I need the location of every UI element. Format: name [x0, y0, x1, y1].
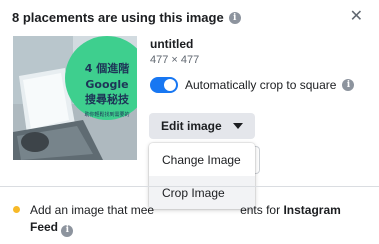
placement-notice: Add an image that mee ents for Instagram …	[30, 202, 360, 237]
image-placements-panel: 8 placements are using this image i ✕ 4 …	[0, 0, 379, 244]
auto-crop-label: Automatically crop to square	[185, 78, 337, 92]
close-icon[interactable]: ✕	[350, 9, 363, 25]
panel-title: 8 placements are using this image	[12, 10, 224, 25]
edit-image-button[interactable]: Edit image	[149, 113, 255, 139]
warning-dot-icon	[13, 206, 20, 213]
thumbnail-line3: 搜尋秘技	[85, 92, 130, 106]
info-icon[interactable]: i	[61, 224, 74, 237]
image-dimensions: 477 × 477	[150, 54, 200, 66]
notice-text-end: ents for	[240, 203, 281, 217]
edit-image-label: Edit image	[161, 119, 222, 133]
thumbnail-line2: Google	[85, 78, 128, 91]
thumbnail-line1: 4 個進階	[85, 61, 129, 75]
thumbnail-graphic: 4 個進階 Google 搜尋秘技 助你輕鬆找到需要的	[13, 36, 137, 160]
menu-item-change-image[interactable]: Change Image	[149, 143, 255, 176]
caret-down-icon	[233, 123, 243, 129]
auto-crop-label-row: Automatically crop to square i	[185, 78, 355, 92]
toggle-knob	[164, 79, 176, 91]
section-divider	[0, 186, 379, 187]
thumbnail-line4: 助你輕鬆找到需要的	[84, 111, 129, 118]
panel-header: 8 placements are using this image i	[12, 10, 241, 25]
image-title: untitled	[150, 37, 194, 51]
image-thumbnail: 4 個進階 Google 搜尋秘技 助你輕鬆找到需要的	[13, 36, 137, 160]
edit-image-menu: Change Image Crop Image	[149, 143, 255, 209]
auto-crop-toggle[interactable]	[150, 77, 178, 93]
info-icon[interactable]: i	[228, 11, 241, 24]
info-icon[interactable]: i	[342, 79, 355, 91]
notice-text-start: Add an image that mee	[30, 203, 155, 217]
